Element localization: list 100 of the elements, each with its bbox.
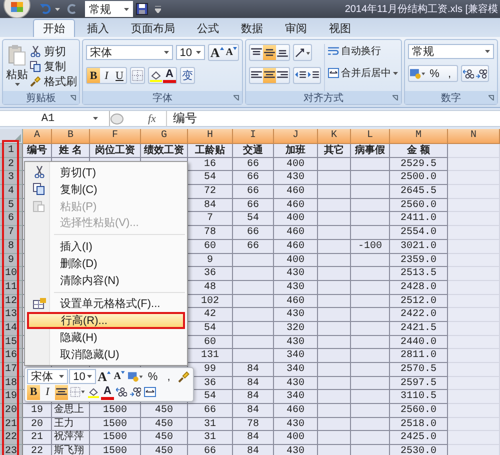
table-cell xyxy=(351,336,390,350)
table-cell xyxy=(318,376,351,390)
column-header[interactable]: N xyxy=(448,129,500,144)
format-cells-icon xyxy=(32,298,46,310)
dialog-launcher-icon[interactable] xyxy=(70,94,76,100)
menu-item[interactable]: 删除(D) xyxy=(27,254,185,272)
column-header[interactable]: G xyxy=(141,129,188,144)
comma-style-button[interactable]: , xyxy=(161,369,176,384)
table-cell: 2500.0 xyxy=(390,171,448,186)
italic-button[interactable]: I xyxy=(41,384,54,400)
caret-icon[interactable] xyxy=(55,8,60,10)
shrink-font-button[interactable]: A xyxy=(224,45,238,60)
column-header[interactable]: M xyxy=(390,129,448,144)
table-cell: 1500 xyxy=(90,418,141,432)
table-cell: 430 xyxy=(274,336,318,350)
accounting-format-button[interactable] xyxy=(126,369,144,384)
accounting-format-button[interactable] xyxy=(409,66,427,81)
font-size-combo[interactable]: 10 xyxy=(69,369,96,384)
comma-style-button[interactable]: , xyxy=(442,66,457,81)
table-cell xyxy=(448,212,500,226)
table-cell xyxy=(318,226,351,240)
menu-item[interactable]: 复制(C) xyxy=(27,180,185,198)
format-painter-button[interactable]: 格式刷 xyxy=(30,74,77,88)
dialog-launcher-icon[interactable] xyxy=(392,94,398,100)
column-header[interactable]: B xyxy=(52,129,90,144)
customize-toolbar-icon[interactable] xyxy=(155,6,161,12)
center-align-button[interactable] xyxy=(55,384,68,400)
phonetic-guide-button[interactable]: 变 xyxy=(181,68,194,83)
borders-button[interactable] xyxy=(131,68,144,83)
merge-center-button[interactable] xyxy=(143,384,157,400)
table-cell: 78 xyxy=(188,226,233,240)
bold-button[interactable]: B xyxy=(27,384,40,400)
dialog-launcher-icon[interactable] xyxy=(233,94,239,100)
menu-item[interactable]: 取消隐藏(U) xyxy=(27,346,185,363)
ribbon-tab[interactable]: 插入 xyxy=(77,19,119,37)
table-cell xyxy=(448,294,500,308)
menu-item[interactable]: 插入(I) xyxy=(27,238,185,255)
table-cell: 其它 xyxy=(318,144,351,158)
table-cell: 340 xyxy=(274,363,318,377)
table-cell: 3110.5 xyxy=(390,390,448,404)
splitter-handle-icon[interactable] xyxy=(110,112,124,124)
table-cell xyxy=(318,171,351,186)
column-header[interactable]: H xyxy=(188,129,233,144)
table-cell: 3021.0 xyxy=(390,240,448,254)
office-logo-icon[interactable] xyxy=(3,0,31,18)
grow-font-button[interactable]: A xyxy=(209,45,225,60)
table-cell: 450 xyxy=(141,418,188,432)
copy-button[interactable]: 复制 xyxy=(30,59,77,73)
center-align-button[interactable] xyxy=(263,68,276,83)
redo-icon[interactable] xyxy=(66,3,78,15)
table-cell xyxy=(448,418,500,432)
menu-item[interactable]: 行高(R)... xyxy=(27,312,185,330)
menu-item[interactable]: 剪切(T) xyxy=(27,164,185,181)
ribbon-tab[interactable]: 公式 xyxy=(187,19,229,37)
dialog-launcher-icon[interactable] xyxy=(488,94,494,100)
table-cell xyxy=(318,322,351,336)
menu-item[interactable]: 隐藏(H) xyxy=(27,329,185,346)
column-header[interactable]: K xyxy=(318,129,351,144)
grow-font-button[interactable]: A xyxy=(96,369,112,384)
paste-button[interactable]: 粘贴 xyxy=(6,44,28,91)
middle-align-button[interactable] xyxy=(263,45,276,60)
font-name-combo[interactable]: 宋体 xyxy=(86,45,173,60)
font-size-combo[interactable]: 10 xyxy=(176,45,206,60)
column-header[interactable]: F xyxy=(90,129,141,144)
number-format-combo[interactable]: 常规 xyxy=(85,1,133,17)
ribbon-tab[interactable]: 审阅 xyxy=(275,19,317,37)
table-cell: 36 xyxy=(188,267,233,281)
merge-center-button[interactable]: 合并后居中 xyxy=(328,66,398,80)
table-cell: 2425.0 xyxy=(390,431,448,446)
column-header[interactable]: A xyxy=(23,129,52,144)
wrap-text-button[interactable]: 自动换行 xyxy=(328,44,398,58)
table-cell: 54 xyxy=(188,171,233,186)
number-format-combo[interactable]: 常规 xyxy=(408,44,494,59)
table-cell: 王力 xyxy=(52,418,90,432)
name-box[interactable]: A1 xyxy=(0,111,110,126)
percent-button[interactable]: % xyxy=(427,66,442,81)
table-cell: -100 xyxy=(351,240,390,254)
font-color-button[interactable]: A xyxy=(101,384,114,400)
formula-field[interactable]: 编号 xyxy=(166,111,500,126)
ribbon-tab[interactable]: 开始 xyxy=(33,19,75,37)
column-header[interactable]: L xyxy=(351,129,390,144)
ribbon-tab[interactable]: 页面布局 xyxy=(121,19,185,37)
column-header[interactable]: I xyxy=(233,129,274,144)
ribbon-tab[interactable]: 数据 xyxy=(231,19,273,37)
font-name-combo[interactable]: 宋体 xyxy=(27,369,68,384)
table-cell xyxy=(318,185,351,199)
cut-button[interactable]: 剪切 xyxy=(30,44,77,58)
underline-button[interactable]: U xyxy=(113,68,126,83)
menu-item[interactable]: 设置单元格格式(F)... xyxy=(27,296,185,312)
table-cell: 7 xyxy=(188,212,233,226)
insert-function-button[interactable]: fx xyxy=(148,112,156,124)
shrink-font-button[interactable]: A xyxy=(112,369,126,384)
save-icon[interactable] xyxy=(136,3,148,15)
menu-item[interactable]: 清除内容(N) xyxy=(27,272,185,289)
format-painter-button[interactable] xyxy=(177,369,191,384)
italic-button[interactable]: I xyxy=(100,68,113,83)
bold-button[interactable]: B xyxy=(87,68,100,83)
ribbon-tab[interactable]: 视图 xyxy=(319,19,361,37)
percent-button[interactable]: % xyxy=(145,369,160,384)
column-header[interactable]: J xyxy=(274,129,318,144)
